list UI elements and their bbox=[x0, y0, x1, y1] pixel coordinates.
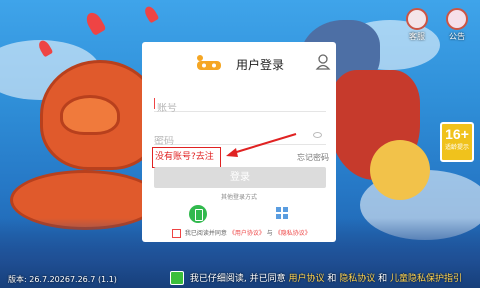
show-password-icon[interactable] bbox=[313, 132, 322, 138]
other-login-label: 其他登录方式 bbox=[221, 194, 258, 201]
phone-login-button[interactable] bbox=[189, 205, 207, 223]
guest-login-button[interactable] bbox=[276, 207, 288, 219]
privacy-policy-link[interactable]: 《隐私协议》 bbox=[275, 230, 311, 237]
register-link[interactable]: 没有账号?去注册 bbox=[152, 147, 221, 181]
footer-privacy-link[interactable]: 隐私协议 bbox=[339, 274, 375, 284]
game-logo-icon bbox=[197, 55, 221, 70]
user-switch-icon[interactable] bbox=[315, 53, 331, 71]
footer-user-agreement-link[interactable]: 用户协议 bbox=[288, 274, 324, 284]
customer-service-button[interactable]: 客服 bbox=[404, 8, 430, 42]
text-caret bbox=[154, 98, 155, 109]
login-button[interactable]: 登录 bbox=[154, 167, 326, 188]
account-field[interactable] bbox=[154, 96, 326, 114]
footer-agree-checkbox[interactable] bbox=[170, 270, 184, 285]
annotation-arrow bbox=[226, 133, 297, 157]
agree-checkbox[interactable] bbox=[172, 229, 181, 238]
announcement-button[interactable]: 公告 bbox=[444, 8, 470, 42]
footer-agreement: 我已仔细阅读, 并已同意 用户协议 和 隐私协议 和 儿童隐私保护指引 bbox=[170, 270, 462, 286]
customer-service-icon bbox=[406, 8, 428, 30]
agreement-row: 我已阅读并同意 《用户协议》 与 《隐私协议》 bbox=[172, 228, 311, 238]
account-input[interactable] bbox=[154, 103, 304, 114]
version-label: 版本: 26.7.20267.26.7 (1.1) bbox=[8, 275, 117, 284]
user-agreement-link[interactable]: 《用户协议》 bbox=[229, 230, 265, 237]
announcement-icon bbox=[446, 8, 468, 30]
footer-child-privacy-link[interactable]: 儿童隐私保护指引 bbox=[390, 274, 462, 284]
age-rating-badge: 16+ 适龄提示 bbox=[440, 122, 474, 162]
login-title: 用户登录 bbox=[236, 58, 285, 72]
